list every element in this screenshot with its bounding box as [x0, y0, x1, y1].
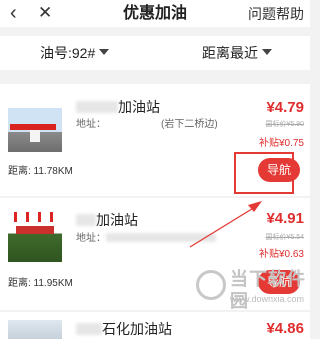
help-link[interactable]: 问题帮助	[248, 5, 304, 23]
redacted-text	[106, 233, 216, 242]
watermark-brand: 当下软件园	[230, 269, 306, 311]
subsidy-amount: 补贴¥0.63	[258, 249, 304, 260]
station-price: ¥4.91	[266, 210, 304, 227]
watermark: 当下软件园 www.downxia.com	[196, 268, 308, 318]
filter-bar: 油号:92# 距离最近	[0, 36, 310, 70]
oil-type-label: 油号:92#	[40, 45, 96, 61]
station-name-text: 加油站	[96, 212, 138, 228]
station-address-text: 地址：	[76, 233, 106, 244]
top-header: ‹ ✕ 优惠加油 问题帮助	[0, 0, 310, 27]
chevron-down-icon	[262, 49, 272, 55]
flag-shape	[26, 212, 29, 222]
station-address: 地址： (岩下二桥边)	[76, 119, 218, 130]
station-name-text: 加油站	[118, 99, 160, 115]
roof-shape	[16, 226, 54, 234]
back-icon[interactable]: ‹	[10, 2, 17, 24]
watermark-logo-icon	[196, 270, 226, 300]
station-name: 加油站	[76, 98, 160, 116]
station-distance: 距离: 11.78KM	[8, 166, 73, 177]
subsidy-amount: 补贴¥0.75	[258, 138, 304, 149]
station-name-text: 石化加油站	[102, 321, 172, 337]
station-photo	[8, 108, 62, 152]
chevron-down-icon	[99, 49, 110, 55]
station-name: 石化加油站	[76, 320, 172, 338]
station-distance: 距离: 11.95KM	[8, 278, 73, 289]
pump-shape	[30, 130, 40, 142]
flag-shape	[50, 212, 53, 222]
station-address: 地址：	[76, 232, 226, 245]
sort-dropdown[interactable]: 距离最近	[202, 44, 272, 62]
station-name: 加油站	[76, 211, 138, 229]
sort-label: 距离最近	[202, 45, 258, 61]
redacted-text	[76, 214, 96, 226]
standard-price: 国标价¥5.54	[265, 234, 304, 241]
station-price: ¥4.86	[266, 320, 304, 337]
redacted-text	[76, 323, 102, 335]
redacted-text	[76, 101, 118, 113]
station-photo	[8, 320, 62, 339]
standard-price: 国标价¥5.90	[265, 121, 304, 128]
station-photo	[8, 210, 62, 262]
watermark-url: www.downxia.com	[230, 294, 305, 304]
highlight-box	[234, 152, 294, 194]
oil-type-dropdown[interactable]: 油号:92#	[40, 44, 110, 62]
flag-shape	[14, 212, 17, 222]
close-icon[interactable]: ✕	[38, 2, 52, 24]
station-price: ¥4.79	[266, 99, 304, 116]
flag-shape	[38, 212, 41, 222]
